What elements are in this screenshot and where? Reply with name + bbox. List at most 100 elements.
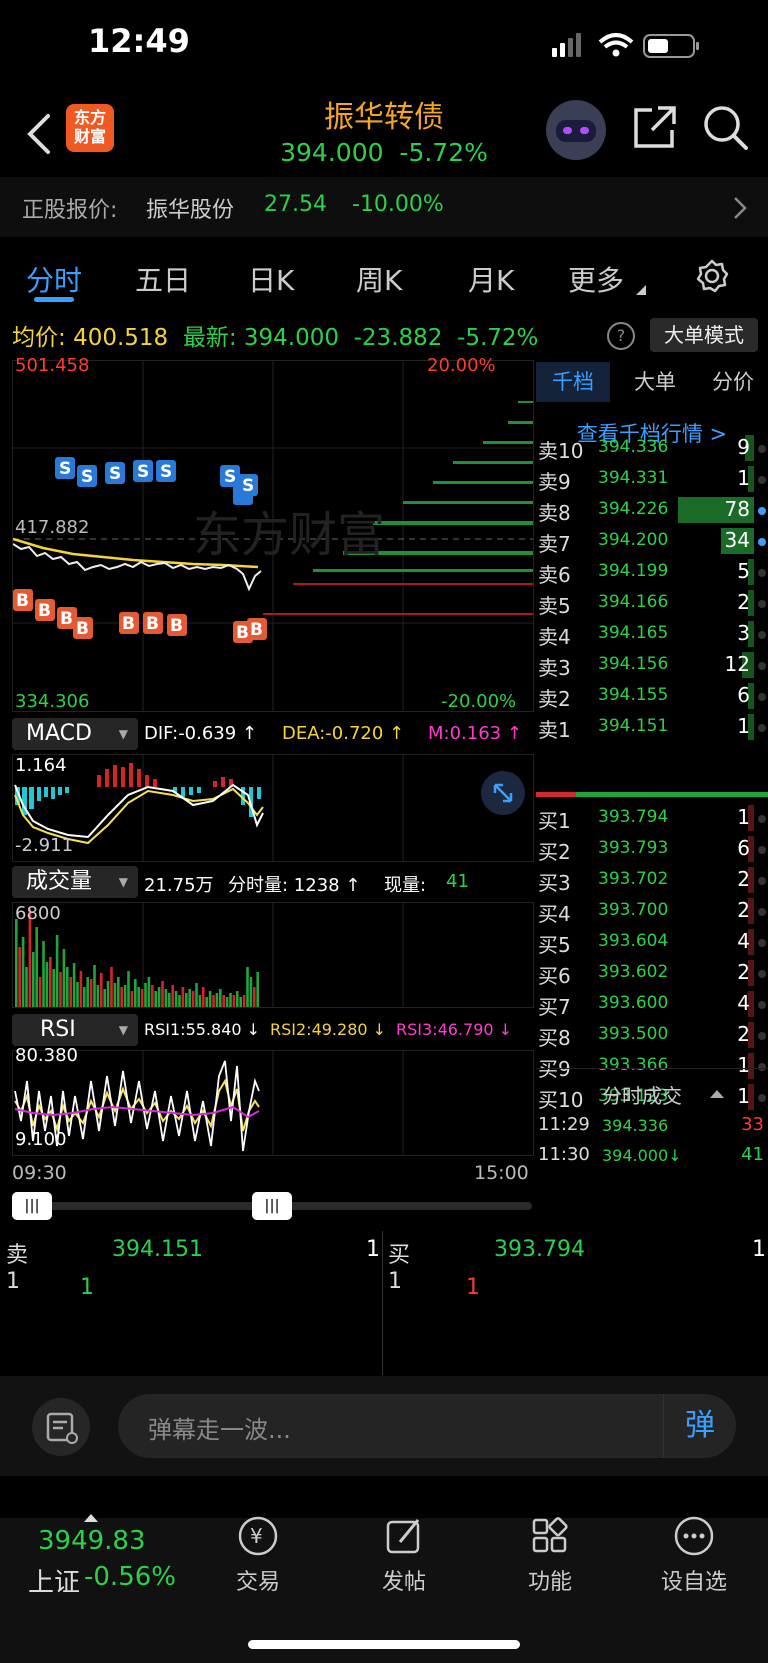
volume-bar	[123, 985, 127, 1007]
bid-row[interactable]: 买8 393.500 2	[536, 1019, 768, 1052]
bid-row[interactable]: 买1 393.794 1	[536, 802, 768, 835]
ob-label: 卖10	[538, 439, 584, 463]
search-icon[interactable]	[702, 104, 750, 152]
volume-bar	[59, 972, 62, 1007]
bid-row[interactable]: 买9 393.366 1	[536, 1050, 768, 1083]
underlying-stock-bar[interactable]: 正股报价: 振华股份 27.54 -10.00%	[0, 177, 768, 237]
ask-row[interactable]: 卖3 394.156 12	[536, 649, 768, 682]
volume-bar	[185, 993, 188, 1007]
share-icon[interactable]	[630, 104, 678, 152]
volume-bar	[161, 981, 164, 1007]
ob-label: 买4	[538, 902, 571, 926]
ask-row[interactable]: 卖6 394.199 5	[536, 556, 768, 589]
rsi-chart[interactable]: 80.380 9.100	[12, 1045, 534, 1156]
svg-text:S: S	[109, 464, 121, 484]
slider-right-handle[interactable]: |||	[252, 1192, 292, 1220]
volume-bar	[52, 969, 55, 1007]
tab-monthly-k[interactable]: 月K	[468, 259, 514, 299]
svg-text:B: B	[236, 623, 249, 643]
volume-bar	[236, 991, 239, 1007]
bid-row[interactable]: 买5 393.604 4	[536, 926, 768, 959]
bid-row[interactable]: 买4 393.700 2	[536, 895, 768, 928]
nav-post[interactable]: 发帖	[354, 1564, 454, 1596]
comment-list-icon[interactable]	[32, 1398, 90, 1456]
index-expand-icon[interactable]	[84, 1512, 98, 1522]
ask-row[interactable]: 卖10 394.336 9	[536, 432, 768, 465]
ob-qty: 1	[737, 805, 750, 829]
volume-bar	[106, 981, 110, 1007]
ob-qty: 3	[737, 621, 750, 645]
volume-bar	[157, 987, 161, 1007]
ask-row[interactable]: 卖4 394.165 3	[536, 618, 768, 651]
ob-label: 买7	[538, 995, 571, 1019]
tab-intraday[interactable]: 分时	[26, 259, 82, 299]
nav-trade[interactable]: 交易	[208, 1564, 308, 1596]
nav-functions[interactable]: 功能	[500, 1564, 600, 1596]
svg-text:B: B	[146, 614, 159, 634]
nav-add-watchlist[interactable]: 设自选	[644, 1564, 744, 1596]
bid-row[interactable]: 买2 393.793 6	[536, 833, 768, 866]
volume-current: 41	[446, 871, 469, 892]
ob-dot	[758, 877, 766, 885]
macd-selector[interactable]: MACD ▼	[12, 718, 138, 750]
ob-qty: 2	[737, 867, 750, 891]
volume-bar	[79, 971, 83, 1007]
bid-row[interactable]: 买6 393.602 2	[536, 957, 768, 990]
ask-row[interactable]: 卖2 394.155 6	[536, 680, 768, 713]
tab-weekly-k[interactable]: 周K	[356, 259, 402, 299]
comment-input[interactable]: 弹幕走一波... 弹	[118, 1394, 736, 1458]
volume-bar	[174, 991, 178, 1007]
rsi-selector[interactable]: RSI ▼	[12, 1014, 138, 1046]
volume-bar	[42, 941, 45, 1007]
bid-row[interactable]: 买3 393.702 2	[536, 864, 768, 897]
trade-icon[interactable]: ¥	[236, 1514, 280, 1558]
volume-bar	[195, 983, 198, 1007]
volume-bar	[178, 995, 181, 1007]
tab-more[interactable]: 更多	[568, 259, 624, 299]
ob-tab-depth[interactable]: 千档	[536, 362, 610, 402]
ob-qty: 1	[737, 714, 750, 738]
slider-left-handle[interactable]: |||	[12, 1192, 52, 1220]
ob-price: 393.702	[598, 869, 669, 889]
intraday-chart[interactable]: 东方财富 SSS SSS S B B B B B B B B B 501.458…	[12, 355, 534, 712]
time-axis-start: 09:30	[12, 1162, 67, 1184]
ob-label: 买10	[538, 1088, 584, 1112]
ob-tab-price-dist[interactable]: 分价	[698, 362, 768, 402]
tab-daily-k[interactable]: 日K	[248, 259, 294, 299]
volume-chart[interactable]: 6800	[12, 902, 534, 1008]
big-order-mode-button[interactable]: 大单模式	[650, 318, 758, 352]
latest-label: 最新:	[182, 325, 237, 351]
volume-bar	[134, 979, 137, 1007]
tab-five-day[interactable]: 五日	[135, 259, 191, 299]
ask-row[interactable]: 卖7 394.200 34	[536, 525, 768, 558]
trade-row: 11:30 394.000↓ 41	[538, 1144, 764, 1165]
volume-selector[interactable]: 成交量 ▼	[12, 866, 138, 898]
comment-placeholder: 弹幕走一波...	[148, 1416, 291, 1444]
svg-text:B: B	[38, 601, 51, 621]
trades-header[interactable]: 分时成交	[602, 1080, 682, 1109]
add-watchlist-icon[interactable]	[672, 1514, 716, 1558]
settings-gear-icon[interactable]	[694, 258, 730, 294]
robot-avatar-icon[interactable]	[546, 100, 606, 160]
help-icon[interactable]: ?	[607, 322, 635, 350]
bid-row[interactable]: 买7 393.600 4	[536, 988, 768, 1021]
ask-row[interactable]: 卖9 394.331 1	[536, 463, 768, 496]
ob-price: 394.200	[598, 530, 669, 550]
index-value[interactable]: 3949.83	[38, 1526, 146, 1556]
danmu-button[interactable]: 弹	[663, 1394, 736, 1458]
ob-dot	[758, 1001, 766, 1009]
functions-icon[interactable]	[528, 1514, 572, 1558]
ask-row[interactable]: 卖5 394.166 2	[536, 587, 768, 620]
underlying-name: 振华股份	[146, 198, 235, 223]
expand-icon[interactable]	[481, 771, 525, 815]
ob-tab-big-orders[interactable]: 大单	[622, 362, 688, 402]
macd-chart[interactable]: 1.164 -2.911	[12, 754, 534, 862]
ask-row[interactable]: 卖1 394.151 1	[536, 711, 768, 744]
trades-collapse-icon[interactable]	[710, 1088, 724, 1098]
post-icon[interactable]	[382, 1514, 426, 1558]
volume-bar	[62, 949, 66, 1007]
ask-row[interactable]: 卖8 394.226 78	[536, 494, 768, 527]
ob-qty: 1	[737, 1053, 750, 1077]
ob-qty: 2	[737, 1022, 750, 1046]
quick-bid-price: 393.794	[494, 1237, 585, 1262]
